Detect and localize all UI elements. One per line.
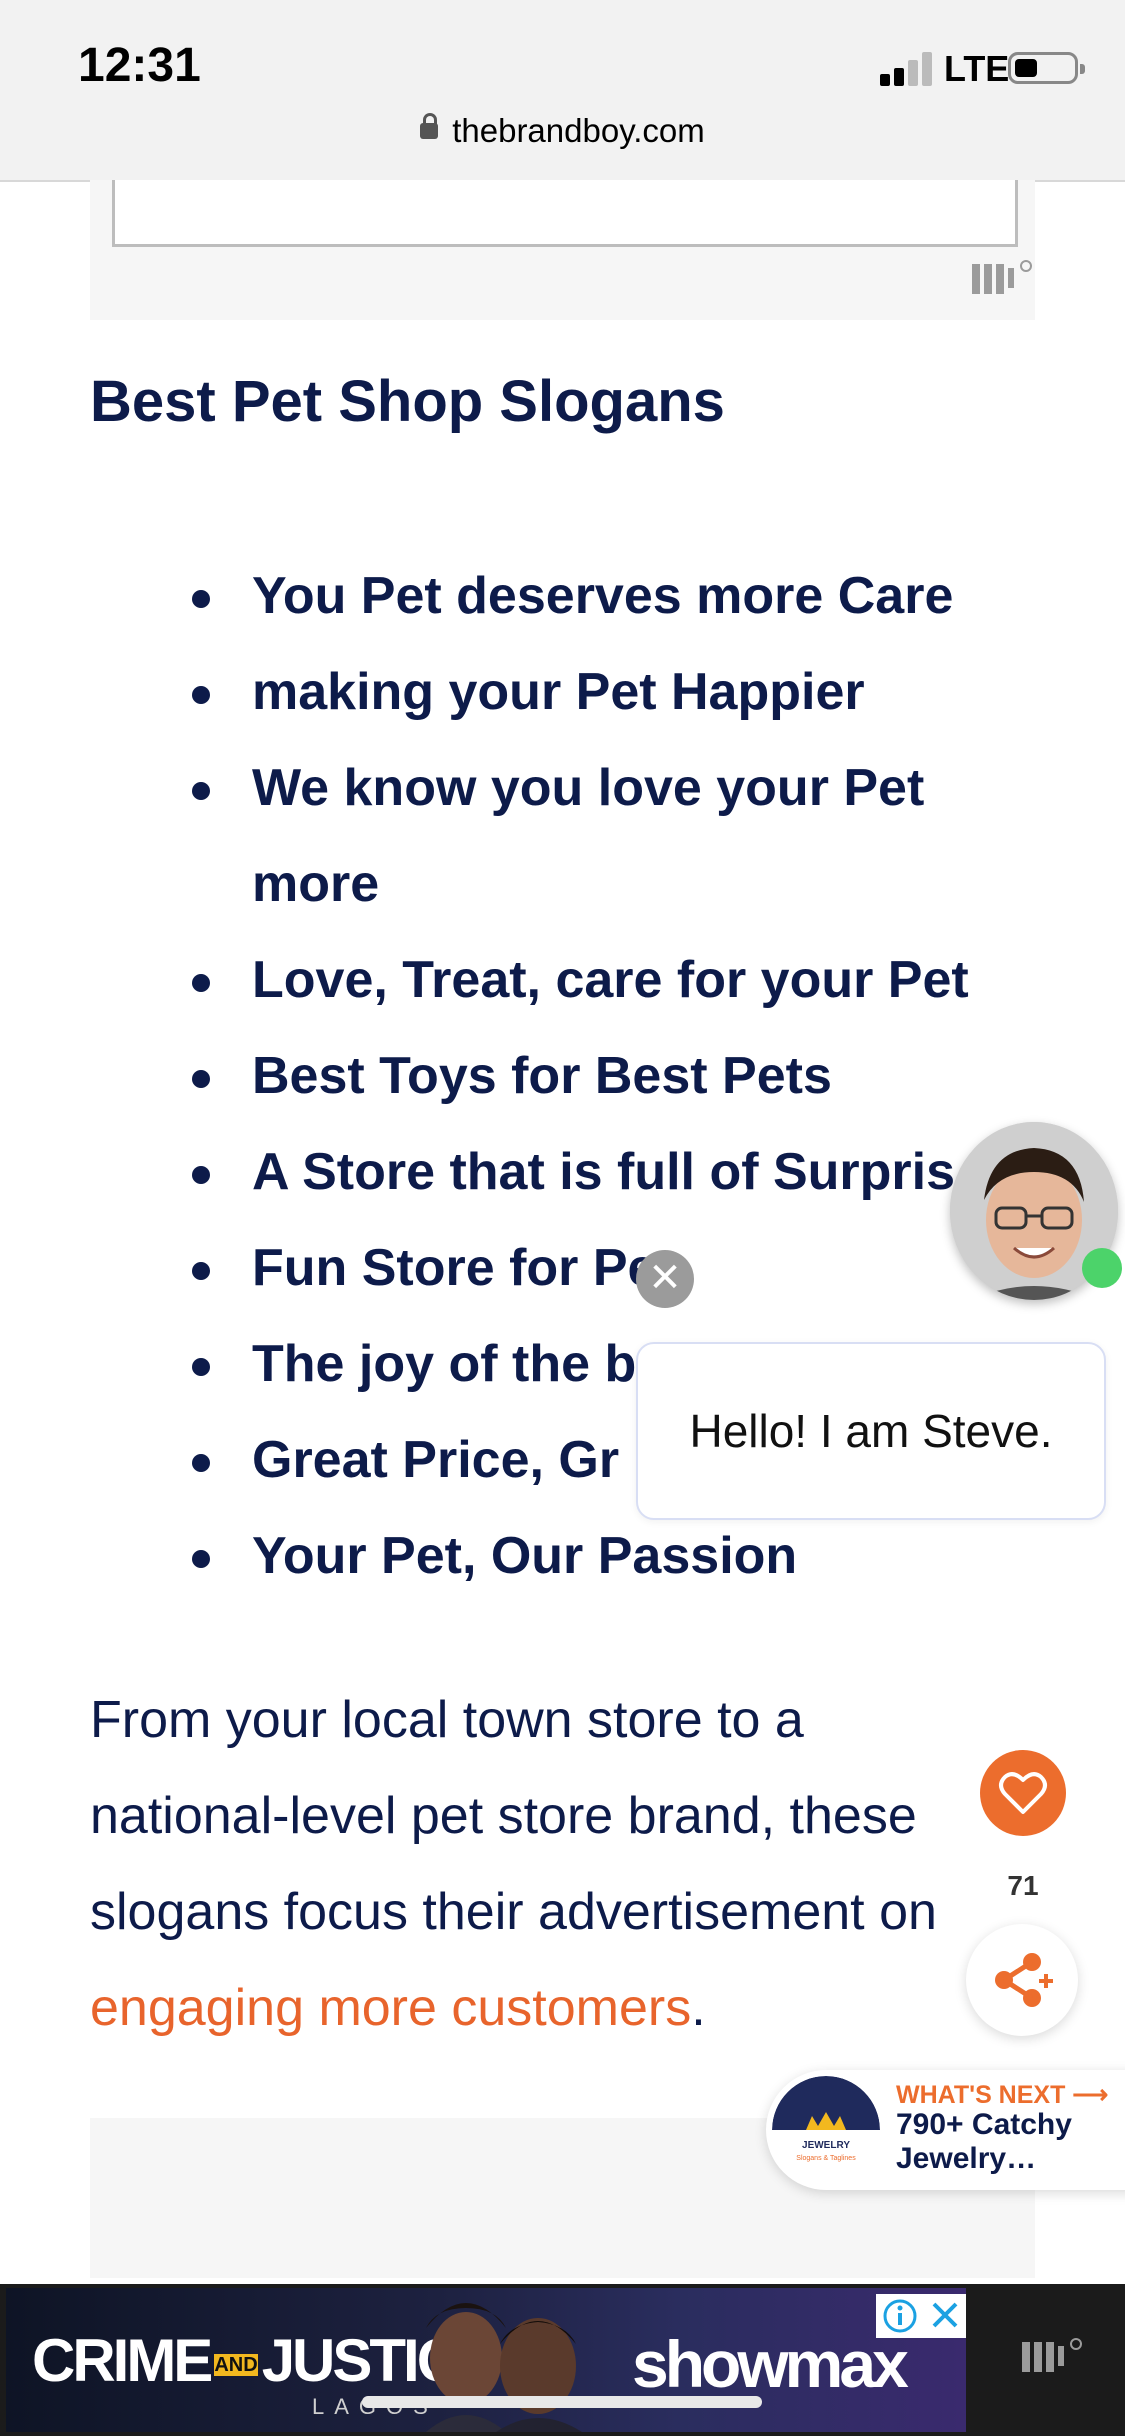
ad-network-logo-bottom xyxy=(1020,2336,1084,2386)
article-paragraph: From your local town store to a national… xyxy=(90,1672,990,2056)
thumb-subtitle: Slogans & Taglines xyxy=(796,2155,856,2162)
network-label: LTE xyxy=(944,48,1010,89)
list-item: Your Pet, Our Passion xyxy=(180,1508,1030,1604)
chat-close-button[interactable]: ✕ xyxy=(636,1250,694,1308)
ad-image[interactable]: CRIMEANDJUSTICE LAGOS showmax xyxy=(6,2288,966,2432)
close-icon xyxy=(932,2302,958,2328)
ad-choices[interactable] xyxy=(876,2294,966,2338)
clock: 12:31 xyxy=(78,39,201,92)
ad-title-part: CRIME xyxy=(32,2327,213,2394)
info-icon xyxy=(883,2299,917,2333)
ad-frame[interactable] xyxy=(112,180,1018,247)
like-count: 71 xyxy=(1007,1870,1039,1901)
whats-next-title: 790+ Catchy Jewelry… xyxy=(896,2108,1072,2175)
ad-network-logo xyxy=(970,258,1034,308)
ad-brand-logo: showmax xyxy=(632,2327,909,2401)
whats-next-card[interactable]: JEWELRY Slogans & Taglines WHAT'S NEXT ⟶… xyxy=(766,2070,1125,2190)
status-bar: 12:31 LTE thebrandboy.com xyxy=(0,0,1125,182)
ad-actors-image xyxy=(426,2303,582,2432)
share-button[interactable] xyxy=(966,1924,1078,2036)
list-item: You Pet deserves more Care xyxy=(180,548,1030,644)
arrow-right-icon: ⟶ xyxy=(1072,2081,1109,2109)
list-item: We know you love your Pet more xyxy=(180,740,1032,932)
bottom-ad-banner[interactable]: CRIMEANDJUSTICE LAGOS showmax xyxy=(0,2284,1125,2436)
list-item: Best Toys for Best Pets xyxy=(180,1028,1030,1124)
heart-icon xyxy=(999,1772,1047,1814)
lock-icon xyxy=(420,113,439,140)
ad-container-top xyxy=(90,180,1035,320)
signal-icon xyxy=(880,52,936,86)
home-indicator[interactable] xyxy=(362,2396,762,2408)
thumb-title: JEWELRY xyxy=(802,2140,850,2151)
section-heading: Best Pet Shop Slogans xyxy=(90,369,725,434)
url-text: thebrandboy.com xyxy=(452,112,705,149)
whats-next-label-text: WHAT'S NEXT xyxy=(896,2081,1066,2109)
share-icon xyxy=(995,1953,1053,2007)
whats-next-label: WHAT'S NEXT ⟶ xyxy=(896,2080,1108,2110)
whats-next-thumbnail: JEWELRY Slogans & Taglines xyxy=(772,2076,880,2184)
address-bar[interactable]: thebrandboy.com xyxy=(0,112,1125,150)
customers-link[interactable]: engaging more customers xyxy=(90,1979,691,2037)
like-button[interactable] xyxy=(980,1750,1066,1836)
online-status-dot xyxy=(1082,1248,1122,1288)
chat-greeting-bubble[interactable]: Hello! I am Steve. xyxy=(636,1342,1106,1520)
list-item: making your Pet Happier xyxy=(180,644,1030,740)
battery-icon xyxy=(1008,52,1085,84)
paragraph-end: . xyxy=(691,1979,706,2037)
list-item: Love, Treat, care for your Pet xyxy=(180,932,1030,1028)
ad-title-mid: AND xyxy=(214,2353,258,2376)
paragraph-text: From your local town store to a national… xyxy=(90,1691,937,1941)
list-item: A Store that is full of Surpris xyxy=(180,1124,1030,1220)
list-item: Fun Store for Pet xyxy=(180,1220,1030,1316)
